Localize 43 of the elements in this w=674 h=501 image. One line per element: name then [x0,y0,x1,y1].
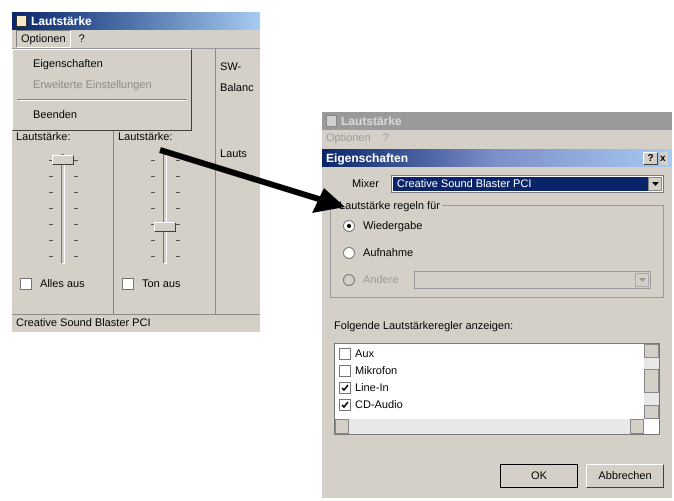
menu-item[interactable]: Optionen [16,30,71,48]
dialog-title: Eigenschaften [326,150,410,167]
list-item[interactable]: CD-Audio [355,396,403,414]
menu-entry[interactable]: Eigenschaften [13,54,191,74]
list-item[interactable]: Line-In [355,380,389,396]
slider-thumb[interactable] [52,154,74,165]
checkbox[interactable] [122,278,134,290]
radio-button[interactable] [343,220,355,232]
menu-item[interactable]: ? [74,30,89,48]
vertical-scrollbar[interactable] [644,344,659,418]
checkbox[interactable] [339,365,351,377]
dialog-button[interactable]: OK [500,464,578,488]
list-title: Folgende Lautstärkeregler anzeigen: [334,319,514,334]
radio-label: Andere [363,272,398,288]
volume-label: Lauts [220,147,248,162]
menu-entry[interactable]: Beenden [13,105,191,126]
horizontal-scrollbar[interactable] [335,418,644,434]
mixer-dropdown[interactable]: Creative Sound Blaster PCI [390,175,664,193]
checkbox[interactable] [339,399,351,411]
list-item[interactable]: Mikrofon [355,362,398,380]
mute-label: Ton aus [142,276,181,292]
app-icon [326,115,337,127]
balance-label: Balanc [220,80,255,96]
status-bar: Creative Sound Blaster PCI [12,314,260,332]
window-title: Lautstärke [31,13,92,30]
column-title: SW- [220,60,242,75]
radio-label: Aufnahme [363,246,414,260]
volume-label: Lautstärke: [118,130,174,145]
window-title: Lautstärke [341,113,402,130]
mute-label: Alles aus [40,276,85,292]
checkbox[interactable] [20,278,32,290]
radio-label: Wiedergabe [363,219,422,234]
slider-thumb[interactable] [154,222,176,232]
checkbox[interactable] [339,348,351,360]
dialog-button[interactable]: Abbrechen [586,464,664,488]
volume-label: Lautstärke: [16,130,72,145]
app-icon [16,15,27,27]
list-item[interactable]: Aux [355,346,374,362]
help-button[interactable]: ? [643,152,658,164]
close-button[interactable]: x [660,152,668,164]
checkbox[interactable] [339,382,351,394]
mixer-label: Mixer [352,176,379,192]
radio-button[interactable] [343,246,355,259]
